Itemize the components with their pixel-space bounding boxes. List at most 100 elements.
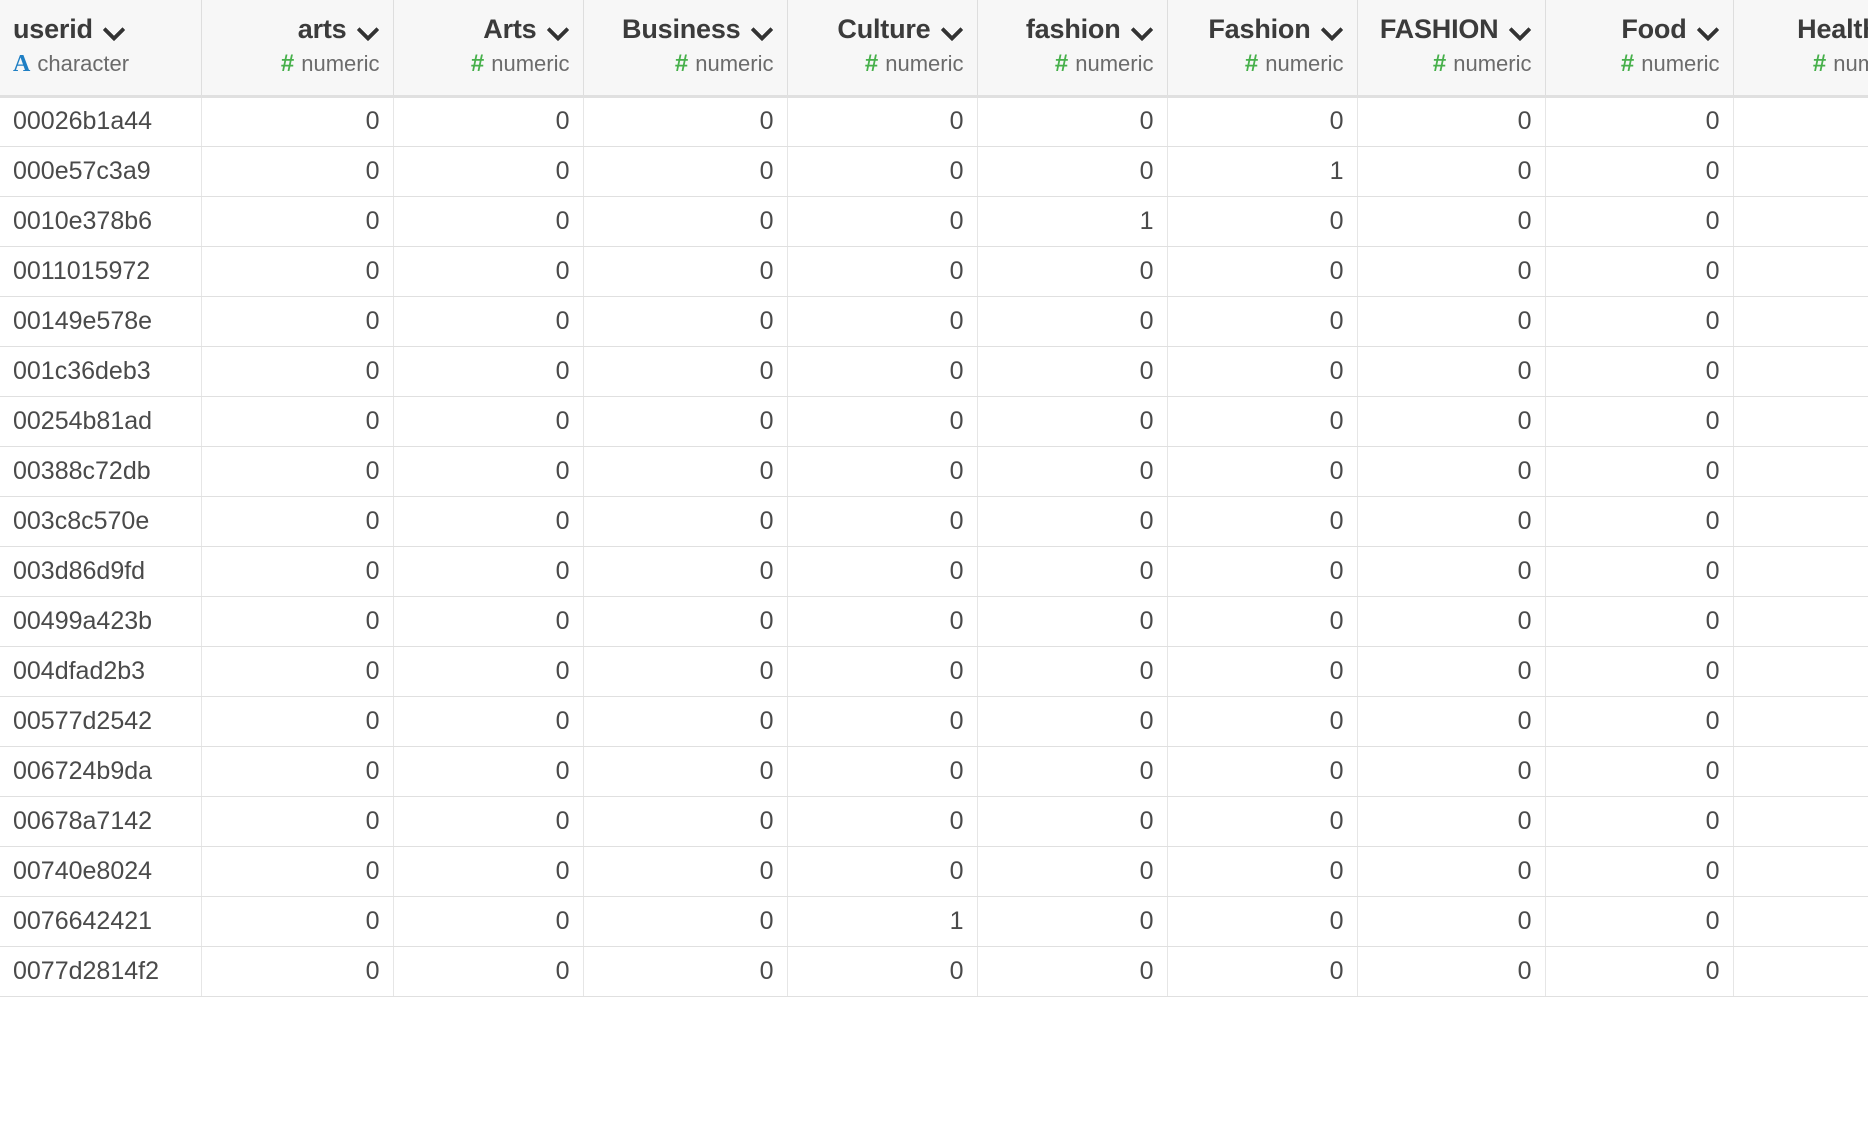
cell-arts[interactable]: 0 bbox=[201, 596, 394, 647]
chevron-down-icon[interactable] bbox=[104, 18, 126, 40]
cell-culture[interactable]: 0 bbox=[787, 746, 978, 797]
cell-fashion[interactable]: 0 bbox=[1167, 596, 1358, 647]
cell-arts[interactable]: 0 bbox=[201, 446, 394, 497]
chevron-down-icon[interactable] bbox=[942, 18, 964, 40]
cell-fashion[interactable]: 0 bbox=[1357, 346, 1546, 397]
chevron-down-icon[interactable] bbox=[548, 18, 570, 40]
cell-fashion[interactable]: 0 bbox=[1167, 396, 1358, 447]
chevron-down-icon[interactable] bbox=[752, 18, 774, 40]
cell-fashion[interactable]: 1 bbox=[1167, 146, 1358, 197]
cell-arts[interactable]: 0 bbox=[393, 546, 584, 597]
cell-fashion[interactable]: 0 bbox=[1167, 946, 1358, 997]
cell-userid[interactable]: 00577d2542 bbox=[0, 696, 202, 747]
cell-business[interactable]: 0 bbox=[583, 246, 788, 297]
cell-fashion[interactable]: 0 bbox=[977, 946, 1168, 997]
column-header-business[interactable]: Business # numeric bbox=[583, 0, 788, 98]
cell-arts[interactable]: 0 bbox=[201, 846, 394, 897]
cell-health[interactable]: 0 bbox=[1733, 546, 1868, 597]
cell-fashion[interactable]: 0 bbox=[1357, 196, 1546, 247]
cell-arts[interactable]: 0 bbox=[393, 696, 584, 747]
cell-fashion[interactable]: 0 bbox=[977, 546, 1168, 597]
cell-culture[interactable]: 0 bbox=[787, 246, 978, 297]
cell-userid[interactable]: 000e57c3a9 bbox=[0, 146, 202, 197]
cell-arts[interactable]: 0 bbox=[393, 596, 584, 647]
cell-food[interactable]: 0 bbox=[1545, 196, 1734, 247]
cell-arts[interactable]: 0 bbox=[393, 346, 584, 397]
cell-fashion[interactable]: 0 bbox=[1167, 196, 1358, 247]
cell-business[interactable]: 0 bbox=[583, 296, 788, 347]
cell-arts[interactable]: 0 bbox=[393, 796, 584, 847]
cell-arts[interactable]: 0 bbox=[393, 496, 584, 547]
cell-health[interactable]: 0 bbox=[1733, 396, 1868, 447]
cell-fashion[interactable]: 0 bbox=[977, 146, 1168, 197]
cell-userid[interactable]: 0076642421 bbox=[0, 896, 202, 947]
table-row[interactable]: 00577d2542000000000 bbox=[0, 696, 1868, 747]
cell-fashion[interactable]: 0 bbox=[1167, 346, 1358, 397]
cell-arts[interactable]: 0 bbox=[201, 296, 394, 347]
column-header-arts[interactable]: Arts # numeric bbox=[393, 0, 584, 98]
cell-fashion[interactable]: 0 bbox=[977, 646, 1168, 697]
cell-health[interactable]: 0 bbox=[1733, 796, 1868, 847]
column-header-health[interactable]: Health #numeric bbox=[1733, 0, 1868, 98]
cell-fashion[interactable]: 0 bbox=[1167, 646, 1358, 697]
cell-fashion[interactable]: 0 bbox=[1167, 496, 1358, 547]
cell-food[interactable]: 0 bbox=[1545, 546, 1734, 597]
cell-food[interactable]: 0 bbox=[1545, 446, 1734, 497]
cell-business[interactable]: 0 bbox=[583, 146, 788, 197]
cell-culture[interactable]: 0 bbox=[787, 796, 978, 847]
cell-fashion[interactable]: 0 bbox=[977, 796, 1168, 847]
cell-arts[interactable]: 0 bbox=[201, 396, 394, 447]
cell-fashion[interactable]: 0 bbox=[977, 446, 1168, 497]
cell-business[interactable]: 0 bbox=[583, 846, 788, 897]
cell-fashion[interactable]: 0 bbox=[1357, 496, 1546, 547]
cell-food[interactable]: 0 bbox=[1545, 896, 1734, 947]
cell-food[interactable]: 0 bbox=[1545, 346, 1734, 397]
cell-fashion[interactable]: 0 bbox=[1357, 946, 1546, 997]
cell-food[interactable]: 0 bbox=[1545, 946, 1734, 997]
cell-userid[interactable]: 00388c72db bbox=[0, 446, 202, 497]
table-row[interactable]: 001c36deb3000000000 bbox=[0, 346, 1868, 397]
cell-food[interactable]: 0 bbox=[1545, 246, 1734, 297]
cell-userid[interactable]: 0010e378b6 bbox=[0, 196, 202, 247]
cell-health[interactable]: 0 bbox=[1733, 346, 1868, 397]
cell-arts[interactable]: 0 bbox=[201, 696, 394, 747]
cell-arts[interactable]: 0 bbox=[393, 396, 584, 447]
cell-fashion[interactable]: 0 bbox=[977, 846, 1168, 897]
cell-fashion[interactable]: 0 bbox=[977, 396, 1168, 447]
cell-fashion[interactable]: 0 bbox=[1357, 296, 1546, 347]
cell-fashion[interactable]: 0 bbox=[1357, 396, 1546, 447]
cell-business[interactable]: 0 bbox=[583, 96, 788, 147]
cell-userid[interactable]: 003c8c570e bbox=[0, 496, 202, 547]
cell-fashion[interactable]: 0 bbox=[1357, 796, 1546, 847]
table-row[interactable]: 006724b9da000000000 bbox=[0, 746, 1868, 797]
table-row[interactable]: 004dfad2b3000000000 bbox=[0, 646, 1868, 697]
cell-userid[interactable]: 00678a7142 bbox=[0, 796, 202, 847]
cell-business[interactable]: 0 bbox=[583, 596, 788, 647]
cell-fashion[interactable]: 0 bbox=[1167, 296, 1358, 347]
cell-culture[interactable]: 0 bbox=[787, 546, 978, 597]
cell-fashion[interactable]: 0 bbox=[977, 496, 1168, 547]
cell-fashion[interactable]: 0 bbox=[1167, 846, 1358, 897]
cell-culture[interactable]: 1 bbox=[787, 896, 978, 947]
table-row[interactable]: 00026b1a44000000000 bbox=[0, 96, 1868, 147]
cell-culture[interactable]: 0 bbox=[787, 96, 978, 147]
cell-health[interactable]: 0 bbox=[1733, 496, 1868, 547]
cell-food[interactable]: 0 bbox=[1545, 496, 1734, 547]
cell-fashion[interactable]: 0 bbox=[1167, 696, 1358, 747]
cell-business[interactable]: 0 bbox=[583, 396, 788, 447]
table-row[interactable]: 0076642421000100000 bbox=[0, 896, 1868, 947]
data-table-viewer[interactable]: userid Acharacter arts # numeric Arts # numeric… bbox=[0, 0, 1868, 1140]
cell-fashion[interactable]: 0 bbox=[977, 96, 1168, 147]
cell-business[interactable]: 0 bbox=[583, 446, 788, 497]
cell-fashion[interactable]: 0 bbox=[977, 346, 1168, 397]
chevron-down-icon[interactable] bbox=[358, 18, 380, 40]
chevron-down-icon[interactable] bbox=[1322, 18, 1344, 40]
cell-health[interactable]: 0 bbox=[1733, 746, 1868, 797]
cell-health[interactable]: 0 bbox=[1733, 146, 1868, 197]
table-row[interactable]: 00254b81ad000000000 bbox=[0, 396, 1868, 447]
cell-fashion[interactable]: 0 bbox=[977, 696, 1168, 747]
cell-arts[interactable]: 0 bbox=[393, 146, 584, 197]
cell-arts[interactable]: 0 bbox=[201, 146, 394, 197]
cell-business[interactable]: 0 bbox=[583, 796, 788, 847]
cell-fashion[interactable]: 0 bbox=[1357, 596, 1546, 647]
